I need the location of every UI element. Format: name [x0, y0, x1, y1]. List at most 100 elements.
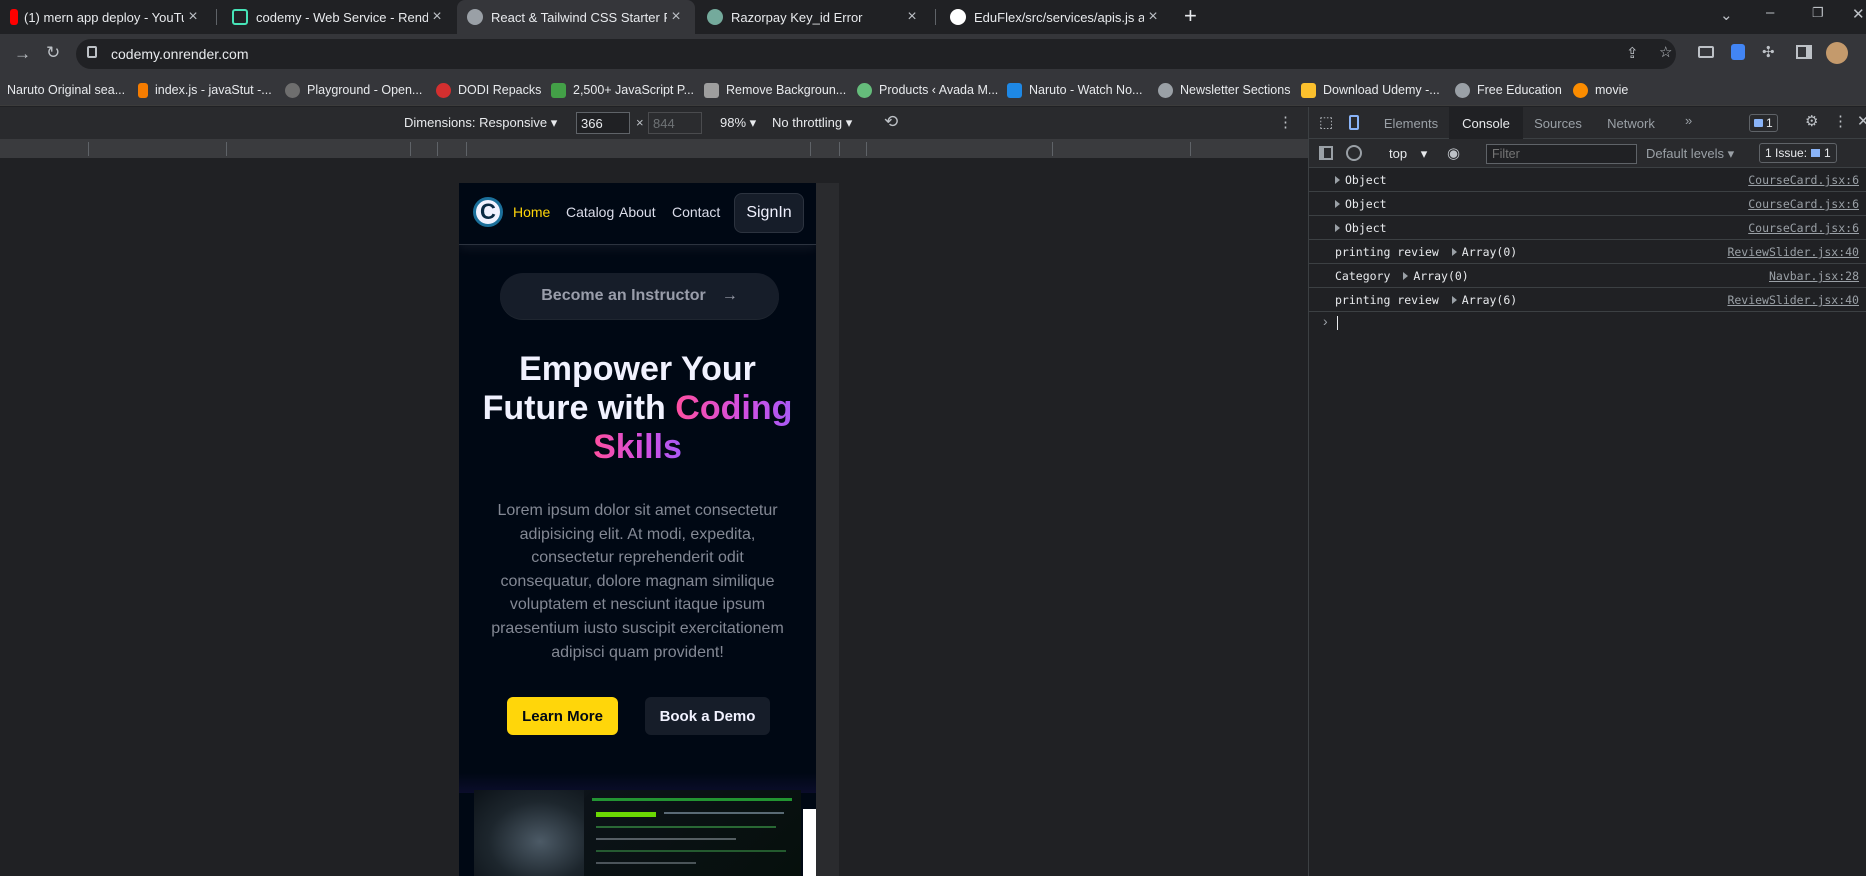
bookmark-item[interactable]: Naruto Original sea...: [7, 74, 125, 106]
forward-arrow-icon[interactable]: →: [14, 44, 31, 64]
ruler-segment[interactable]: [866, 142, 867, 156]
close-icon[interactable]: ×: [184, 8, 202, 26]
bookmark-item[interactable]: Free Education: [1455, 74, 1562, 106]
nav-link-contact[interactable]: Contact: [672, 204, 720, 220]
browser-tab-render[interactable]: codemy - Web Service - Render D ×: [222, 0, 456, 34]
console-filter-input[interactable]: [1486, 144, 1637, 164]
expand-triangle-icon[interactable]: [1335, 200, 1340, 208]
bookmark-item[interactable]: index.js - javaStut -...: [138, 74, 272, 106]
console-log-row[interactable]: printing review Array(6) ReviewSlider.js…: [1309, 288, 1866, 312]
log-source-link[interactable]: CourseCard.jsx:6: [1748, 221, 1859, 235]
ruler-segment[interactable]: [466, 142, 467, 156]
become-instructor-button[interactable]: Become an Instructor →: [500, 273, 779, 319]
log-source-link[interactable]: ReviewSlider.jsx:40: [1727, 245, 1859, 259]
tab-network[interactable]: Network: [1593, 107, 1669, 139]
console-log-row[interactable]: Object CourseCard.jsx:6: [1309, 168, 1866, 192]
throttling-dropdown[interactable]: No throttling ▾: [772, 115, 852, 131]
browser-tab-razorpay[interactable]: Razorpay Key_id Error ×: [697, 0, 931, 34]
signin-button[interactable]: SignIn: [734, 193, 804, 233]
ruler-segment[interactable]: [410, 142, 411, 156]
inspect-element-icon[interactable]: ⬚: [1319, 113, 1333, 131]
more-options-icon[interactable]: ⋮: [1833, 112, 1848, 130]
ruler-segment[interactable]: [1052, 142, 1053, 156]
bookmark-item[interactable]: 2,500+ JavaScript P...: [551, 74, 694, 106]
bookmark-item[interactable]: movie: [1573, 74, 1628, 106]
ruler-segment[interactable]: [437, 142, 438, 156]
extension-icon[interactable]: [1731, 44, 1745, 60]
context-selector[interactable]: top ▾: [1389, 146, 1427, 162]
expand-triangle-icon[interactable]: [1335, 176, 1340, 184]
bookmark-item[interactable]: Download Udemy -...: [1301, 74, 1440, 106]
new-tab-button[interactable]: +: [1184, 3, 1197, 29]
console-log-row[interactable]: Object CourseCard.jsx:6: [1309, 216, 1866, 240]
expand-triangle-icon[interactable]: [1451, 248, 1457, 256]
browser-tab-react-tailwind[interactable]: React & Tailwind CSS Starter Pack ×: [457, 0, 695, 34]
sidebar-toggle-icon[interactable]: [1319, 146, 1333, 160]
eye-icon[interactable]: ◉: [1447, 144, 1460, 162]
width-input[interactable]: [576, 112, 630, 134]
nav-link-about[interactable]: About: [619, 204, 656, 220]
bookmark-item[interactable]: Remove Backgroun...: [704, 74, 846, 106]
zoom-dropdown[interactable]: 98% ▾: [720, 115, 756, 131]
ruler-segment[interactable]: [839, 142, 840, 156]
reload-icon[interactable]: ↻: [46, 43, 60, 63]
height-input[interactable]: [648, 112, 702, 134]
site-logo[interactable]: C: [473, 197, 503, 227]
browser-tab-github[interactable]: EduFlex/src/services/apis.js at ma ×: [940, 0, 1172, 34]
expand-triangle-icon[interactable]: [1451, 296, 1457, 304]
profile-avatar[interactable]: [1826, 42, 1848, 64]
more-tabs-chevron-icon[interactable]: »: [1685, 113, 1692, 128]
console-log-row[interactable]: Object CourseCard.jsx:6: [1309, 192, 1866, 216]
book-demo-button[interactable]: Book a Demo: [645, 697, 770, 735]
log-source-link[interactable]: CourseCard.jsx:6: [1748, 197, 1859, 211]
close-devtools-icon[interactable]: ✕: [1857, 112, 1866, 130]
tab-console[interactable]: Console: [1449, 107, 1523, 139]
expand-triangle-icon[interactable]: [1335, 224, 1340, 232]
tab-sources[interactable]: Sources: [1523, 107, 1593, 139]
console-input-caret[interactable]: [1337, 316, 1338, 330]
minimize-button[interactable]: –: [1766, 4, 1774, 21]
close-icon[interactable]: ×: [428, 8, 446, 26]
address-bar[interactable]: codemy.onrender.com: [76, 39, 1676, 69]
tab-search-chevron-icon[interactable]: ⌄: [1720, 6, 1733, 24]
close-icon[interactable]: ×: [1144, 8, 1162, 26]
bookmark-item[interactable]: Naruto - Watch No...: [1007, 74, 1142, 106]
share-icon[interactable]: ⇪: [1626, 44, 1639, 62]
bookmark-item[interactable]: DODI Repacks: [436, 74, 541, 106]
nav-link-catalog[interactable]: Catalog: [566, 204, 614, 220]
more-options-icon[interactable]: ⋮: [1278, 113, 1293, 131]
rotate-icon[interactable]: ⟲: [884, 112, 898, 132]
ruler-segment[interactable]: [226, 142, 227, 156]
nav-link-home[interactable]: Home: [513, 204, 550, 220]
settings-gear-icon[interactable]: ⚙: [1805, 112, 1818, 130]
puzzle-extensions-icon[interactable]: ✣: [1762, 43, 1775, 61]
cast-icon[interactable]: [1698, 46, 1714, 58]
browser-tab-youtube[interactable]: (1) mern app deploy - YouTube ×: [0, 0, 212, 34]
bookmark-item[interactable]: Products ‹ Avada M...: [857, 74, 998, 106]
ruler-segment[interactable]: [810, 142, 811, 156]
messages-badge[interactable]: 1: [1749, 114, 1778, 132]
clear-console-icon[interactable]: [1346, 145, 1362, 161]
log-source-link[interactable]: CourseCard.jsx:6: [1748, 173, 1859, 187]
console-log-row[interactable]: printing review Array(0) ReviewSlider.js…: [1309, 240, 1866, 264]
close-icon[interactable]: ×: [667, 8, 685, 26]
log-source-link[interactable]: ReviewSlider.jsx:40: [1727, 293, 1859, 307]
close-window-button[interactable]: ✕: [1852, 5, 1865, 23]
learn-more-button[interactable]: Learn More: [507, 697, 618, 735]
dimensions-dropdown[interactable]: Dimensions: Responsive ▾: [404, 115, 557, 131]
side-panel-icon[interactable]: [1796, 45, 1812, 59]
close-icon[interactable]: ×: [903, 8, 921, 26]
expand-triangle-icon[interactable]: [1403, 272, 1409, 280]
ruler-segment[interactable]: [88, 142, 89, 156]
bookmark-item[interactable]: Newsletter Sections: [1158, 74, 1290, 106]
hero-video[interactable]: [474, 790, 801, 876]
issues-badge[interactable]: 1 Issue: 1: [1759, 143, 1837, 163]
log-source-link[interactable]: Navbar.jsx:28: [1769, 269, 1859, 283]
console-log-row[interactable]: Category Array(0) Navbar.jsx:28: [1309, 264, 1866, 288]
tab-elements[interactable]: Elements: [1373, 107, 1449, 139]
bookmark-item[interactable]: Playground - Open...: [285, 74, 422, 106]
device-toggle-icon[interactable]: [1349, 115, 1359, 130]
restore-button[interactable]: ❐: [1812, 5, 1824, 21]
ruler-segment[interactable]: [1190, 142, 1191, 156]
log-levels-dropdown[interactable]: Default levels ▾: [1646, 146, 1734, 162]
